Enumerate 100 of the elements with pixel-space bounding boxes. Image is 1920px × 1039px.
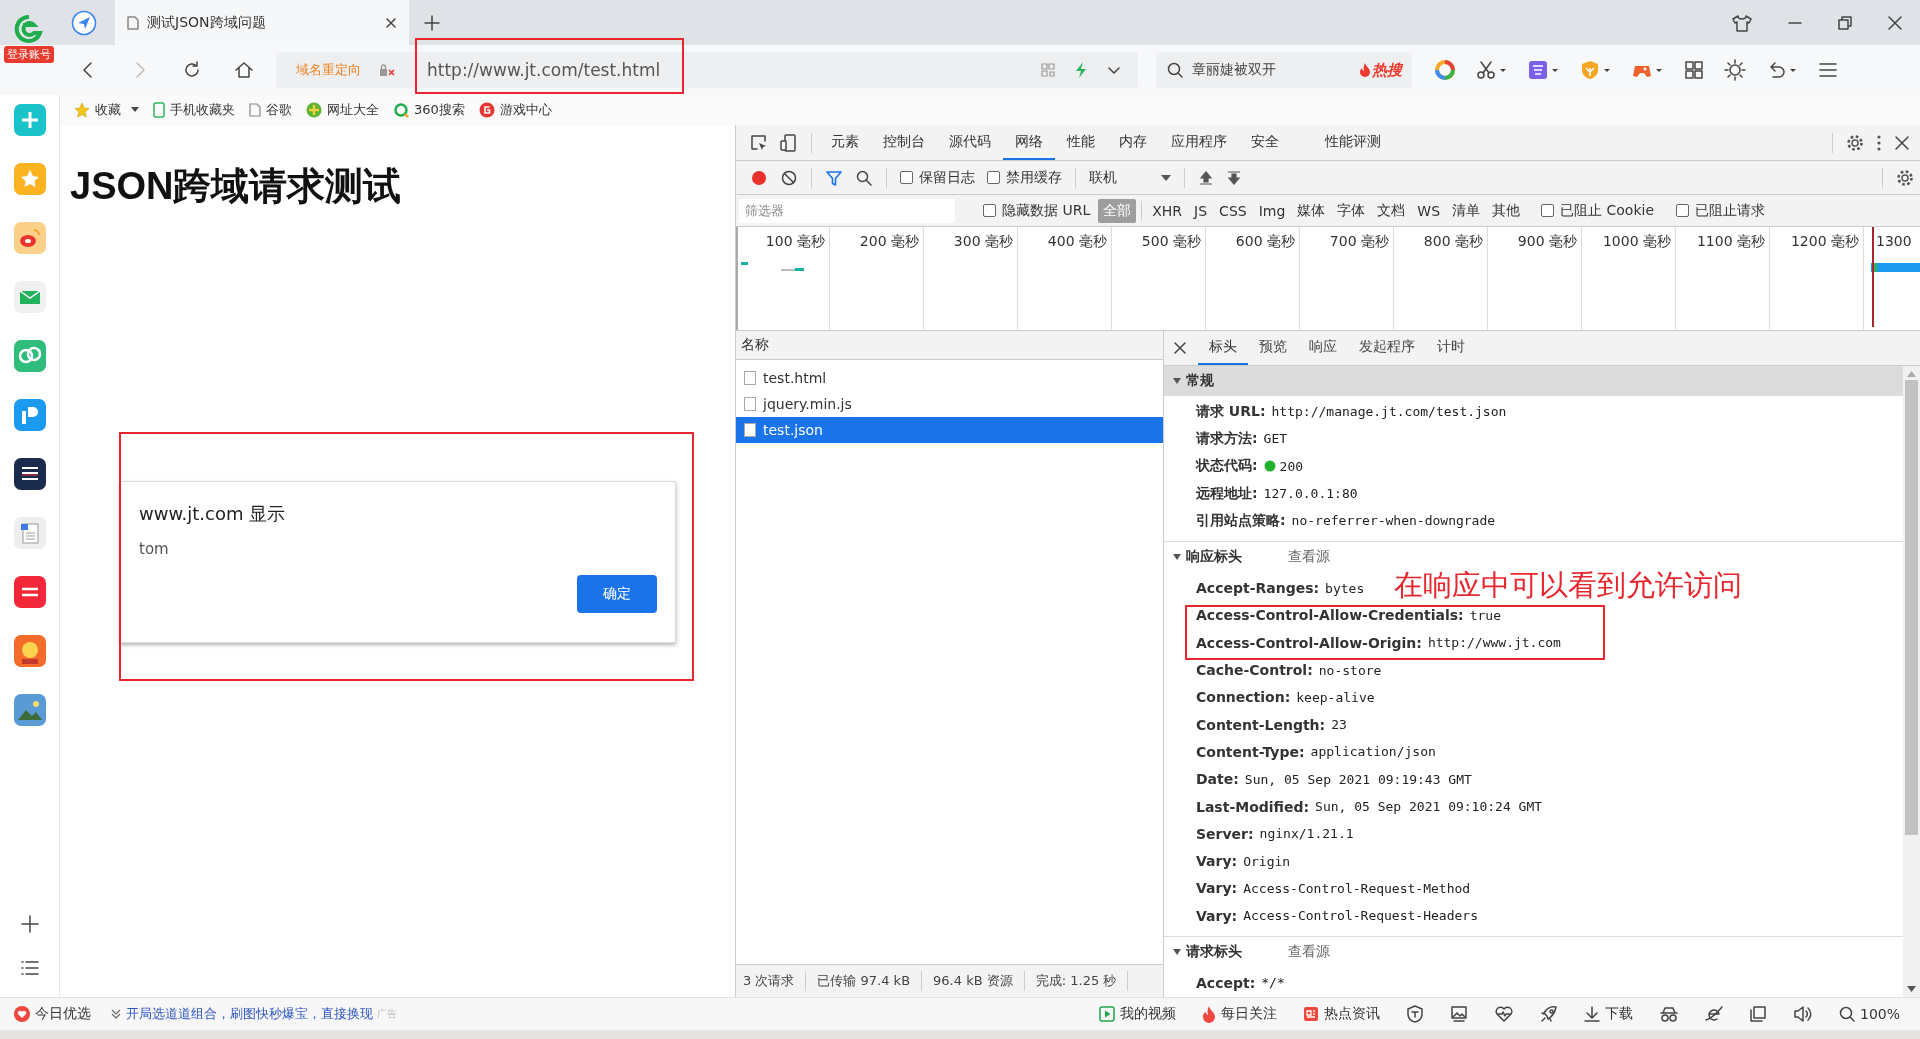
weibo-app-icon[interactable]: [13, 222, 46, 254]
request-row[interactable]: test.json: [736, 417, 1163, 443]
filter-field[interactable]: 筛选器: [739, 198, 955, 223]
device-icon[interactable]: [780, 133, 798, 152]
speaker-icon[interactable]: [1792, 1005, 1813, 1023]
browser-tab[interactable]: 测试JSON跨域问题: [115, 0, 409, 45]
type-filter[interactable]: 文档: [1372, 198, 1411, 223]
request-row[interactable]: jquery.min.js: [736, 391, 1163, 417]
devtools-tab[interactable]: 内存: [1107, 125, 1159, 160]
menu-icon[interactable]: [1818, 61, 1838, 79]
inspect-icon[interactable]: [750, 133, 768, 152]
ring-icon[interactable]: [1434, 59, 1456, 81]
new-tab-icon[interactable]: [423, 13, 441, 32]
type-filter[interactable]: JS: [1189, 199, 1213, 222]
filter-icon[interactable]: [825, 168, 843, 187]
scroll-down-icon[interactable]: [1906, 985, 1917, 993]
type-filter[interactable]: WS: [1412, 199, 1446, 222]
upload-icon[interactable]: [1198, 169, 1214, 186]
type-filter[interactable]: 媒体: [1292, 198, 1331, 223]
notes-app-icon[interactable]: [13, 576, 46, 608]
ok-button[interactable]: 确定: [577, 575, 657, 613]
close-icon[interactable]: [385, 16, 397, 29]
close-icon[interactable]: [1888, 15, 1902, 30]
search-icon[interactable]: [1166, 61, 1184, 79]
scrollbar-thumb[interactable]: [1905, 380, 1918, 835]
request-row[interactable]: test.html: [736, 365, 1163, 391]
image-icon[interactable]: [1449, 1005, 1468, 1023]
close-icon[interactable]: [1894, 134, 1910, 151]
e-logo-icon[interactable]: [1704, 1005, 1723, 1023]
devtools-tab[interactable]: 控制台: [871, 125, 937, 160]
login-badge[interactable]: 登录账号: [4, 46, 54, 63]
downloads-link[interactable]: 下载: [1583, 1005, 1633, 1023]
grid-icon[interactable]: [1684, 60, 1704, 80]
detail-tab[interactable]: 计时: [1426, 331, 1476, 365]
hot-news-link[interactable]: 热点资讯: [1302, 1005, 1380, 1023]
restore-icon[interactable]: [1838, 15, 1852, 30]
my-videos-link[interactable]: 我的视频: [1098, 1005, 1176, 1023]
bookmark-item[interactable]: 360搜索: [393, 101, 465, 119]
address-field[interactable]: 域名重定向 http://www.jt.com/test.html: [276, 52, 1138, 88]
detail-tab[interactable]: 预览: [1248, 331, 1298, 365]
heart-pulse-icon[interactable]: [1493, 1005, 1514, 1023]
window-icon[interactable]: [1748, 1005, 1767, 1023]
promo-link[interactable]: 开局选道道组合，刷图快秒爆宝，直接换现: [111, 1005, 373, 1023]
devtools-tab[interactable]: 性能: [1055, 125, 1107, 160]
checkbox[interactable]: 保留日志: [900, 168, 975, 187]
more-icon[interactable]: [1876, 133, 1882, 152]
bookmark-item[interactable]: 谷歌: [249, 101, 292, 119]
settings-icon[interactable]: [1896, 168, 1914, 187]
school-app-icon[interactable]: [13, 458, 46, 490]
home-icon[interactable]: [234, 60, 254, 80]
checkbox[interactable]: 禁用缓存: [987, 168, 1062, 187]
record-icon[interactable]: [750, 168, 768, 187]
detail-tab[interactable]: 响应: [1298, 331, 1348, 365]
landscape-app-icon[interactable]: [13, 694, 46, 726]
type-filter[interactable]: XHR: [1147, 199, 1188, 222]
document-app-icon[interactable]: [13, 517, 46, 549]
star-app-icon[interactable]: [13, 163, 46, 195]
letter-app-icon[interactable]: [13, 399, 46, 431]
scissors-dropdown-icon[interactable]: [1476, 60, 1508, 80]
today-picks-link[interactable]: 今日优选: [14, 1005, 91, 1023]
sun-icon[interactable]: [1724, 59, 1746, 81]
type-filter[interactable]: 字体: [1332, 198, 1371, 223]
shield-icon[interactable]: [1405, 1005, 1424, 1023]
type-filter[interactable]: CSS: [1214, 199, 1252, 222]
bookmark-item[interactable]: 手机收藏夹: [153, 101, 235, 119]
section-header[interactable]: 请求标头 查看源: [1164, 937, 1903, 968]
add-icon[interactable]: [19, 914, 40, 934]
type-filter[interactable]: 清单: [1447, 198, 1486, 223]
devtools-tab[interactable]: 应用程序: [1159, 125, 1239, 160]
daily-follow-link[interactable]: 每日关注: [1201, 1005, 1277, 1023]
devtools-tab[interactable]: 源代码: [937, 125, 1003, 160]
navigation-icon[interactable]: [71, 9, 97, 36]
section-header[interactable]: 常规: [1164, 366, 1903, 396]
bookmark-item[interactable]: 收藏: [74, 101, 121, 119]
download-icon[interactable]: [1226, 169, 1242, 186]
detail-tab[interactable]: 发起程序: [1348, 331, 1426, 365]
throttling-select[interactable]: 联机: [1083, 168, 1177, 187]
clear-icon[interactable]: [780, 168, 798, 187]
devtools-tab[interactable]: 元素: [819, 125, 871, 160]
view-source-link[interactable]: 查看源: [1288, 943, 1330, 962]
game-app-icon[interactable]: [13, 635, 46, 667]
search-icon[interactable]: [855, 168, 873, 187]
column-header[interactable]: 名称: [736, 331, 1163, 360]
zoom-level[interactable]: 100%: [1838, 1006, 1900, 1022]
close-icon[interactable]: [1174, 342, 1186, 354]
checkbox[interactable]: 隐藏数据 URL: [983, 201, 1091, 220]
type-filter[interactable]: 其他: [1487, 198, 1526, 223]
view-source-link[interactable]: 查看源: [1288, 548, 1330, 567]
devtools-tab[interactable]: 安全: [1239, 125, 1291, 160]
checkbox[interactable]: 已阻止请求: [1676, 201, 1766, 220]
checkbox[interactable]: 已阻止 Cookie: [1541, 201, 1655, 220]
type-filter[interactable]: Img: [1253, 199, 1291, 222]
rocket-icon[interactable]: [1539, 1005, 1558, 1023]
settings-icon[interactable]: [1846, 133, 1864, 152]
bookmark-item[interactable]: 网址大全: [306, 101, 379, 119]
translate-dropdown-icon[interactable]: [1528, 60, 1560, 80]
reload-icon[interactable]: [182, 60, 202, 80]
bookmark-item[interactable]: 游戏中心: [478, 101, 552, 119]
shirt-icon[interactable]: [1732, 13, 1752, 32]
mail-app-icon[interactable]: [13, 281, 46, 313]
